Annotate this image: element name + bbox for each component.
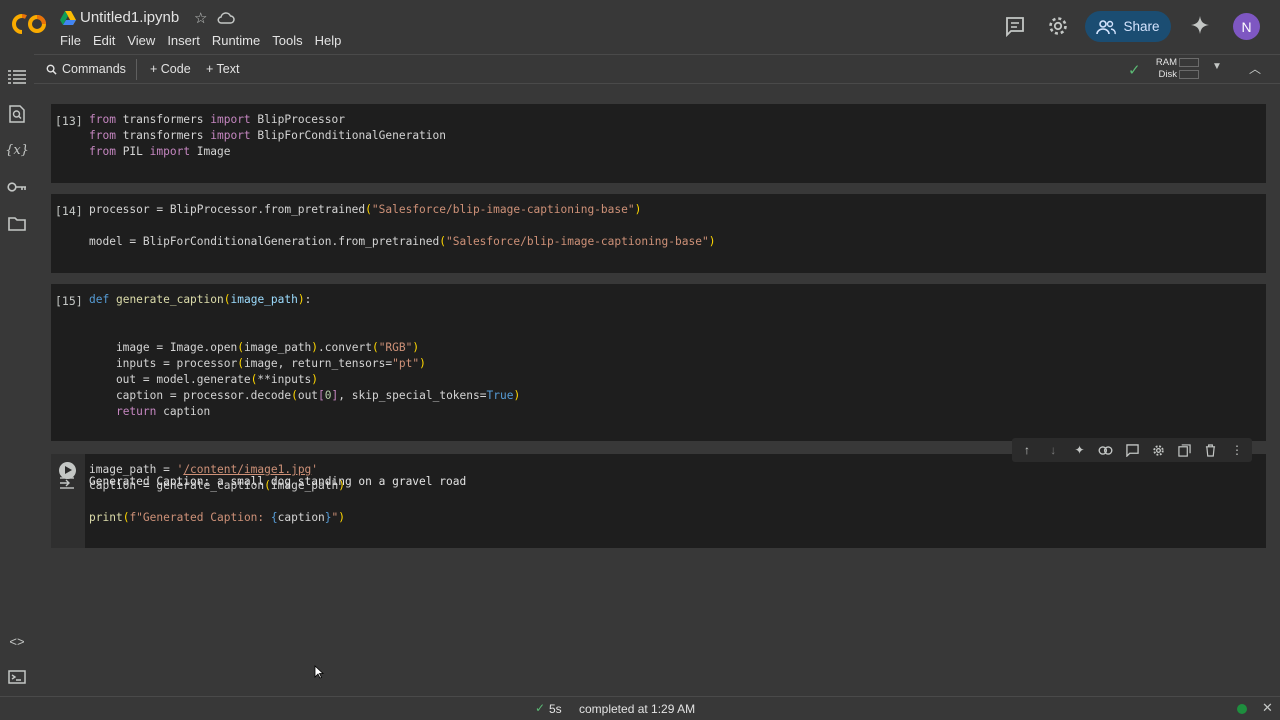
status-indicator-dot [1237,704,1247,714]
add-code-button[interactable]: + Code [150,62,191,76]
more-vert-icon[interactable]: ⋮ [1228,441,1246,459]
ram-bar [1179,58,1199,67]
cell-output: Generated Caption: a small dog standing … [52,468,1266,498]
menu-insert[interactable]: Insert [167,33,207,48]
mouse-cursor-icon [314,665,325,679]
terminal-icon[interactable] [7,667,27,687]
code-line: out = model.generate(**inputs) [89,373,319,386]
code-line: def generate_caption(image_path): [89,293,312,306]
avatar[interactable]: N [1233,13,1260,40]
close-icon[interactable]: ✕ [1262,700,1273,716]
code-editor[interactable]: processor = BlipProcessor.from_pretraine… [89,202,715,250]
status-check-icon: ✓ [535,701,546,715]
menu-runtime[interactable]: Runtime [212,33,267,48]
execution-count: [14] [55,204,83,218]
toolbar-divider [136,59,137,80]
notebook-toolbar: Commands + Code + Text ✓ RAM Disk ▼ ︿ [34,54,1280,84]
code-editor[interactable]: def generate_caption(image_path): image … [89,292,520,420]
variables-icon[interactable]: {x} [5,140,29,160]
resource-labels[interactable]: RAM Disk [1155,57,1177,81]
cell-toolbar: ↑ ↓ ✦ ⋮ [1012,438,1252,462]
colab-logo[interactable] [12,12,48,36]
menu-view[interactable]: View [127,33,162,48]
ram-label: RAM [1155,57,1177,68]
code-cell-13[interactable]: [13] from transformers import BlipProces… [51,104,1266,183]
code-line: print(f"Generated Caption: {caption}") [89,511,346,524]
find-replace-icon[interactable] [7,104,27,124]
drive-icon[interactable] [60,11,76,25]
code-line: image = Image.open(image_path).convert("… [89,341,420,354]
menu-tools[interactable]: Tools [272,33,309,48]
table-of-contents-icon[interactable] [7,67,27,87]
code-line: processor = BlipProcessor.from_pretraine… [89,203,642,216]
add-text-button[interactable]: + Text [206,62,239,76]
disk-bar [1179,70,1199,79]
link-icon[interactable] [1097,441,1115,459]
header-bar: Untitled1.ipynb ☆ File Edit View Insert … [0,0,1280,54]
menu-file[interactable]: File [60,33,88,48]
output-text: Generated Caption: a small dog standing … [89,475,467,488]
mirror-cell-icon[interactable] [1176,441,1194,459]
code-line: return caption [115,405,211,418]
code-cell-14[interactable]: [14] processor = BlipProcessor.from_pret… [51,194,1266,273]
secrets-key-icon[interactable] [7,177,27,197]
commands-button[interactable]: Commands [46,62,126,76]
code-line: inputs = processor(image, return_tensors… [89,357,426,370]
share-label: Share [1123,19,1160,34]
delete-icon[interactable] [1202,441,1220,459]
gemini-sparkle-icon[interactable]: ✦ [1071,441,1089,459]
star-icon[interactable]: ☆ [194,9,207,27]
notebook-area: [13] from transformers import BlipProces… [34,85,1280,696]
code-editor[interactable]: from transformers import BlipProcessor f… [89,112,446,160]
runtime-dropdown-icon[interactable]: ▼ [1212,61,1222,72]
code-cell-15[interactable]: [15] def generate_caption(image_path): i… [51,284,1266,441]
cloud-icon[interactable] [217,10,235,26]
comment-icon[interactable] [1003,14,1027,38]
code-line: caption = processor.decode(out[0], skip_… [89,389,521,402]
move-up-icon[interactable]: ↑ [1018,441,1036,459]
chevron-up-icon[interactable]: ︿ [1249,60,1261,77]
code-snippets-icon[interactable]: <> [7,631,27,651]
comment-icon[interactable] [1123,441,1141,459]
code-line: from transformers import BlipProcessor [89,113,345,126]
gear-icon[interactable] [1149,441,1167,459]
disk-label: Disk [1158,69,1177,80]
people-icon [1096,19,1117,34]
status-bar: ✓ 5s completed at 1:29 AM ✕ [0,696,1280,720]
execution-duration[interactable]: 5s [549,702,562,716]
left-rail: {x} <> [0,54,34,696]
commands-label: Commands [62,62,126,76]
menu-help[interactable]: Help [315,33,349,48]
code-line: from PIL import Image [89,145,231,158]
menu-bar: File Edit View Insert Runtime Tools Help [60,33,353,48]
execution-count: [13] [55,114,83,128]
execution-count: [15] [55,294,83,308]
files-folder-icon[interactable] [7,214,27,234]
output-actions-icon[interactable] [59,477,75,492]
resource-bars[interactable] [1179,58,1199,82]
search-icon [46,64,57,75]
gemini-sparkle-icon[interactable] [1190,15,1210,35]
move-down-icon[interactable]: ↓ [1044,441,1062,459]
connected-check-icon[interactable]: ✓ [1128,61,1141,79]
gear-icon[interactable] [1046,14,1070,38]
code-line: model = BlipForConditionalGeneration.fro… [89,235,716,248]
notebook-title[interactable]: Untitled1.ipynb [80,9,179,26]
menu-edit[interactable]: Edit [93,33,122,48]
code-line: from transformers import BlipForConditio… [89,129,446,142]
share-button[interactable]: Share [1085,11,1171,42]
status-message: completed at 1:29 AM [579,702,696,716]
